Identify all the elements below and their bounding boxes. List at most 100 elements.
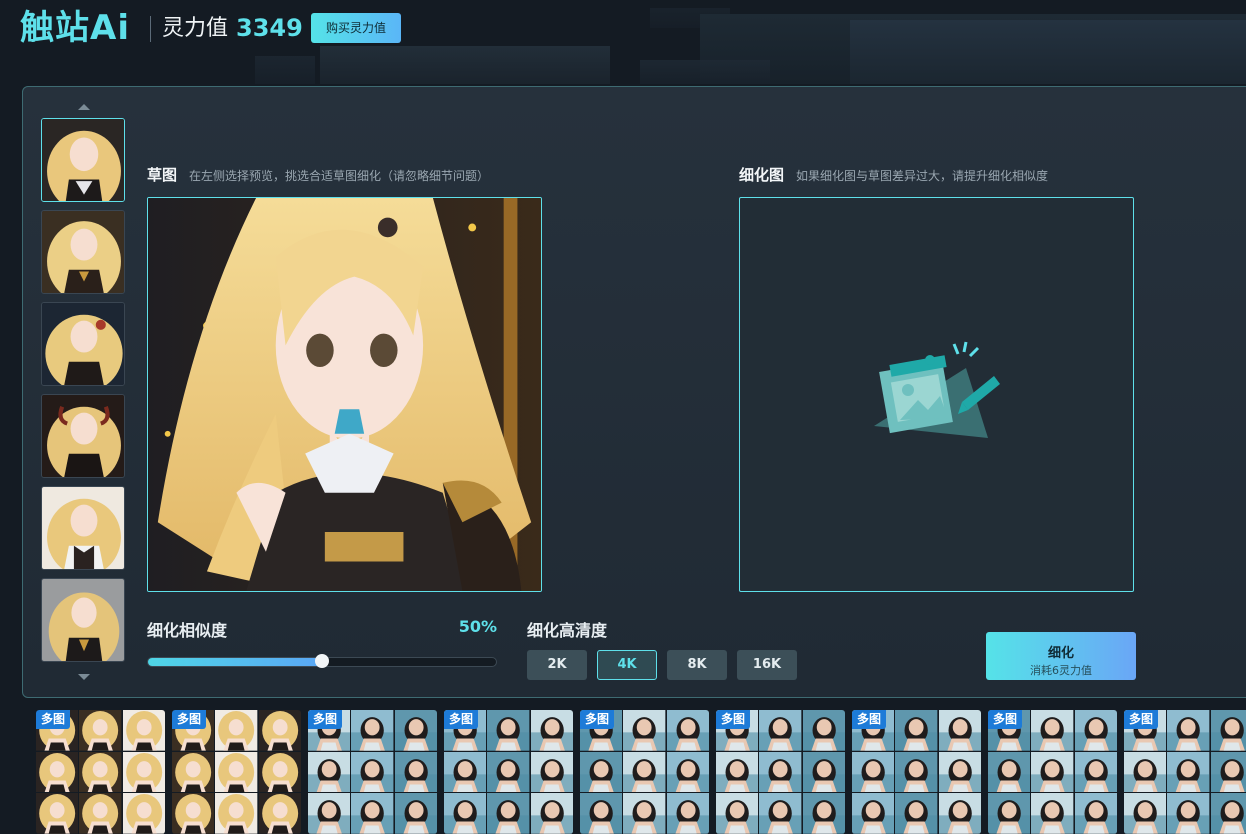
portrait-image [215, 793, 258, 834]
scroll-up-icon[interactable] [78, 104, 90, 110]
portrait-image [530, 710, 573, 751]
anime-girl-image [42, 303, 124, 385]
result-thumbnail [258, 710, 301, 751]
portrait-image [580, 751, 623, 793]
result-thumbnail [36, 793, 79, 834]
history-item[interactable]: 多图 [988, 710, 1117, 834]
result-thumbnail [938, 751, 981, 793]
buy-points-button[interactable]: 购买灵力值 [311, 13, 401, 43]
portrait-image [394, 710, 437, 751]
multi-image-badge: 多图 [308, 710, 343, 729]
history-item[interactable]: 多图 [308, 710, 437, 834]
result-thumbnail [580, 793, 623, 834]
portrait-image [79, 793, 122, 834]
similarity-slider-handle[interactable] [315, 654, 329, 668]
result-thumbnail [172, 751, 215, 793]
history-item[interactable]: 多图 [444, 710, 573, 834]
anime-girl-image [42, 579, 124, 661]
portrait-image [1124, 751, 1167, 793]
portrait-image [666, 751, 709, 793]
sketch-thumbnail[interactable] [41, 118, 125, 202]
portrait-image [716, 751, 759, 793]
portrait-image [215, 710, 258, 751]
result-thumbnail [623, 793, 666, 834]
result-thumbnail [1210, 710, 1246, 751]
result-thumbnail [666, 793, 709, 834]
portrait-image [122, 793, 165, 834]
refine-title: 细化图 [739, 166, 785, 184]
anime-girl-image [42, 211, 124, 293]
history-item[interactable]: 多图 [36, 710, 165, 834]
portrait-image [351, 793, 394, 834]
anime-girl-image [42, 487, 124, 569]
similarity-label: 细化相似度 [147, 621, 228, 640]
portrait-image [1210, 793, 1246, 834]
result-thumbnail [1167, 710, 1210, 751]
resolution-16k-button[interactable]: 16K [737, 650, 797, 680]
portrait-image [1210, 751, 1246, 793]
result-thumbnail [351, 793, 394, 834]
portrait-image [308, 793, 351, 834]
similarity-slider[interactable] [147, 654, 497, 668]
logo[interactable]: 触站Ai [20, 8, 130, 48]
result-thumbnail [444, 793, 487, 834]
portrait-image [938, 710, 981, 751]
portrait-image [79, 710, 122, 751]
portrait-image [1167, 710, 1210, 751]
portrait-image [258, 793, 301, 834]
resolution-2k-button[interactable]: 2K [527, 650, 587, 680]
result-thumbnail [716, 793, 759, 834]
sketch-thumbnail-list[interactable] [40, 102, 128, 682]
scroll-down-icon[interactable] [78, 674, 90, 680]
portrait-image [1167, 793, 1210, 834]
portrait-image [1167, 751, 1210, 793]
result-thumbnail [215, 710, 258, 751]
result-thumbnail [759, 710, 802, 751]
portrait-image [1031, 793, 1074, 834]
portrait-image [759, 751, 802, 793]
history-item[interactable]: 多图 [1124, 710, 1246, 834]
portrait-image [122, 710, 165, 751]
result-thumbnail [79, 710, 122, 751]
portrait-image [258, 710, 301, 751]
portrait-image [394, 793, 437, 834]
result-thumbnail [394, 710, 437, 751]
sketch-thumbnail[interactable] [41, 210, 125, 294]
history-item[interactable]: 多图 [172, 710, 301, 834]
portrait-image [938, 751, 981, 793]
result-thumbnail [1167, 793, 1210, 834]
logo-divider [150, 16, 151, 42]
result-thumbnail [258, 751, 301, 793]
result-thumbnail [1074, 793, 1117, 834]
portrait-image [308, 751, 351, 793]
result-thumbnail [1031, 710, 1074, 751]
sketch-thumbnail[interactable] [41, 486, 125, 570]
result-thumbnail [394, 751, 437, 793]
history-item[interactable]: 多图 [852, 710, 981, 834]
resolution-8k-button[interactable]: 8K [667, 650, 727, 680]
resolution-4k-button[interactable]: 4K [597, 650, 657, 680]
result-thumbnail [122, 793, 165, 834]
portrait-image [1124, 793, 1167, 834]
sketch-thumbnail[interactable] [41, 302, 125, 386]
refine-button[interactable]: 细化 消耗6灵力值 [986, 632, 1136, 680]
result-thumbnail [530, 710, 573, 751]
result-thumbnail [487, 710, 530, 751]
result-thumbnail [351, 751, 394, 793]
result-thumbnail [1031, 793, 1074, 834]
result-thumbnail [351, 710, 394, 751]
result-thumbnail [394, 793, 437, 834]
anime-girl-image [42, 119, 124, 201]
sketch-thumbnail[interactable] [41, 394, 125, 478]
history-strip: 多图 多图 多图 多图 多图 多图 多图 多图 多图 [0, 708, 1246, 834]
result-thumbnail [802, 793, 845, 834]
result-thumbnail [172, 793, 215, 834]
portrait-image [852, 793, 895, 834]
sketch-thumbnail[interactable] [41, 578, 125, 662]
multi-image-badge: 多图 [444, 710, 479, 729]
portrait-image [172, 751, 215, 793]
portrait-image [36, 751, 79, 793]
history-item[interactable]: 多图 [716, 710, 845, 834]
portrait-image [988, 751, 1031, 793]
history-item[interactable]: 多图 [580, 710, 709, 834]
